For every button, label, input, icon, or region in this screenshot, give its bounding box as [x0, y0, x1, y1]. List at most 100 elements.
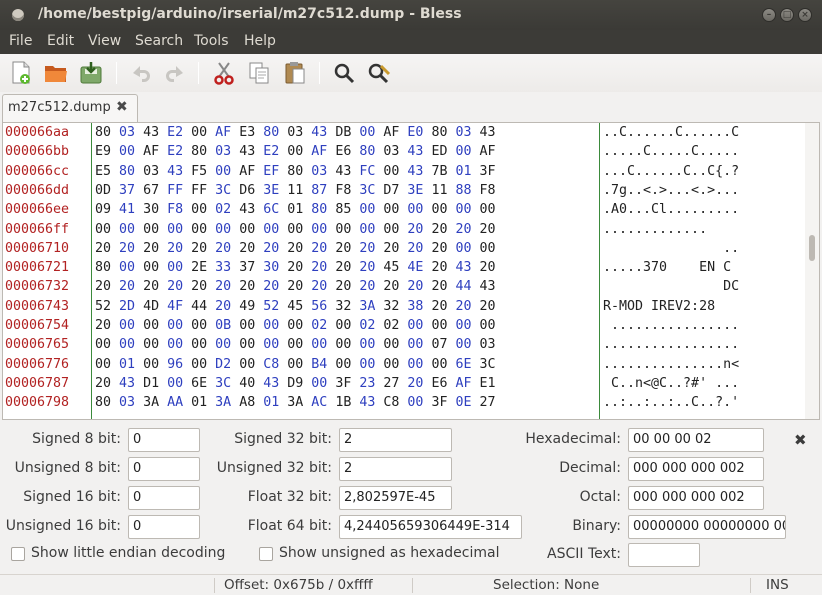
hex-byte[interactable]: 80: [431, 125, 447, 140]
hex-byte[interactable]: 80: [311, 202, 327, 217]
hex-byte[interactable]: 03: [383, 144, 399, 159]
cut-icon[interactable]: [211, 60, 237, 86]
hex-byte[interactable]: 20: [143, 241, 159, 256]
menu-edit[interactable]: Edit: [47, 33, 74, 49]
hex-byte[interactable]: 0B: [215, 318, 231, 333]
hex-byte[interactable]: 02: [215, 202, 231, 217]
hex-byte[interactable]: 00: [287, 318, 303, 333]
hex-byte[interactable]: 20: [455, 299, 471, 314]
hex-byte[interactable]: 56: [311, 299, 327, 314]
row-bytes[interactable]: 0D 37 67 FF FF 3C D6 3E 11 87 F8 3C D7 3…: [95, 183, 496, 198]
hex-byte[interactable]: 00: [95, 357, 111, 372]
row-bytes[interactable]: 80 03 43 E2 00 AF E3 80 03 43 DB 00 AF E…: [95, 125, 496, 140]
hex-byte[interactable]: 00: [239, 222, 255, 237]
hex-byte[interactable]: 43: [480, 279, 496, 294]
hex-byte[interactable]: 00: [263, 222, 279, 237]
hex-byte[interactable]: E0: [407, 125, 423, 140]
row-ascii[interactable]: ..C......C......C: [603, 125, 739, 140]
hex-byte[interactable]: 00: [455, 202, 471, 217]
row-ascii[interactable]: ...C......C..C{.?: [603, 164, 739, 179]
hex-byte[interactable]: 20: [383, 279, 399, 294]
hex-byte[interactable]: 00: [143, 318, 159, 333]
hex-byte[interactable]: 00: [455, 337, 471, 352]
hex-byte[interactable]: F8: [480, 183, 496, 198]
hex-byte[interactable]: 20: [431, 279, 447, 294]
hex-byte[interactable]: 2D: [119, 299, 135, 314]
hex-byte[interactable]: 20: [143, 279, 159, 294]
hex-byte[interactable]: 00: [239, 337, 255, 352]
hex-byte[interactable]: 02: [311, 318, 327, 333]
hex-byte[interactable]: 32: [335, 299, 351, 314]
hex-byte[interactable]: 00: [407, 318, 423, 333]
hex-byte[interactable]: 30: [143, 202, 159, 217]
hex-byte[interactable]: 20: [480, 299, 496, 314]
hex-byte[interactable]: AF: [383, 125, 399, 140]
hex-byte[interactable]: AF: [480, 144, 496, 159]
row-bytes[interactable]: E5 80 03 43 F5 00 AF EF 80 03 43 FC 00 4…: [95, 164, 496, 179]
hex-byte[interactable]: 20: [95, 279, 111, 294]
hex-byte[interactable]: 07: [431, 337, 447, 352]
hex-byte[interactable]: 3A: [215, 395, 231, 410]
hex-byte[interactable]: FF: [191, 183, 207, 198]
hex-byte[interactable]: D7: [383, 183, 399, 198]
hex-byte[interactable]: 45: [287, 299, 303, 314]
hex-byte[interactable]: 20: [239, 279, 255, 294]
hex-byte[interactable]: 4E: [407, 260, 423, 275]
hex-byte[interactable]: 52: [95, 299, 111, 314]
hex-byte[interactable]: 03: [215, 144, 231, 159]
hex-byte[interactable]: 20: [335, 279, 351, 294]
hex-byte[interactable]: E9: [95, 144, 111, 159]
close-panel-icon[interactable]: ✖: [794, 431, 807, 449]
hex-byte[interactable]: F8: [335, 183, 351, 198]
hex-byte[interactable]: 00: [215, 222, 231, 237]
hex-byte[interactable]: 30: [263, 260, 279, 275]
hex-byte[interactable]: E1: [480, 376, 496, 391]
row-ascii[interactable]: ................: [603, 318, 739, 333]
hex-byte[interactable]: 20: [215, 299, 231, 314]
float32-field[interactable]: 2,802597E-45: [339, 486, 452, 510]
hex-byte[interactable]: AF: [215, 125, 231, 140]
hex-byte[interactable]: 00: [287, 144, 303, 159]
hex-byte[interactable]: 3F: [335, 376, 351, 391]
hex-byte[interactable]: 33: [215, 260, 231, 275]
hex-byte[interactable]: 80: [359, 144, 375, 159]
row-ascii[interactable]: .....370 EN C: [603, 260, 739, 275]
hex-byte[interactable]: 3C: [480, 357, 496, 372]
row-ascii[interactable]: DC: [603, 279, 739, 294]
hex-byte[interactable]: 00: [359, 202, 375, 217]
hex-byte[interactable]: 00: [119, 222, 135, 237]
paste-icon[interactable]: [282, 60, 308, 86]
hex-byte[interactable]: 43: [167, 164, 183, 179]
hex-byte[interactable]: 20: [263, 241, 279, 256]
row-bytes[interactable]: 09 41 30 F8 00 02 43 6C 01 80 85 00 00 0…: [95, 202, 496, 217]
hex-byte[interactable]: 00: [383, 164, 399, 179]
hex-byte[interactable]: 09: [95, 202, 111, 217]
hex-byte[interactable]: 00: [95, 222, 111, 237]
row-ascii[interactable]: ..:..:..:..C..?.': [603, 395, 739, 410]
row-ascii[interactable]: ...............n<: [603, 357, 739, 372]
hex-byte[interactable]: 20: [311, 279, 327, 294]
hex-byte[interactable]: AF: [239, 164, 255, 179]
open-folder-icon[interactable]: [43, 60, 69, 86]
hex-byte[interactable]: 00: [335, 222, 351, 237]
hex-byte[interactable]: 3C: [215, 376, 231, 391]
hex-byte[interactable]: 03: [480, 337, 496, 352]
hex-byte[interactable]: 96: [167, 357, 183, 372]
hex-byte[interactable]: 43: [480, 125, 496, 140]
unsigned16-field[interactable]: 0: [128, 515, 200, 539]
hex-byte[interactable]: 3F: [480, 164, 496, 179]
hex-byte[interactable]: 20: [335, 241, 351, 256]
hex-byte[interactable]: E2: [263, 144, 279, 159]
hex-byte[interactable]: 37: [239, 260, 255, 275]
hex-byte[interactable]: 00: [167, 337, 183, 352]
row-bytes[interactable]: E9 00 AF E2 80 03 43 E2 00 AF E6 80 03 4…: [95, 144, 496, 159]
hex-byte[interactable]: E5: [95, 164, 111, 179]
hex-byte[interactable]: 3A: [359, 299, 375, 314]
hex-byte[interactable]: 80: [263, 125, 279, 140]
hex-byte[interactable]: 43: [455, 260, 471, 275]
hex-byte[interactable]: 00: [215, 337, 231, 352]
hex-byte[interactable]: 80: [287, 164, 303, 179]
hex-byte[interactable]: 80: [95, 395, 111, 410]
hex-byte[interactable]: 44: [455, 279, 471, 294]
hex-byte[interactable]: 41: [119, 202, 135, 217]
